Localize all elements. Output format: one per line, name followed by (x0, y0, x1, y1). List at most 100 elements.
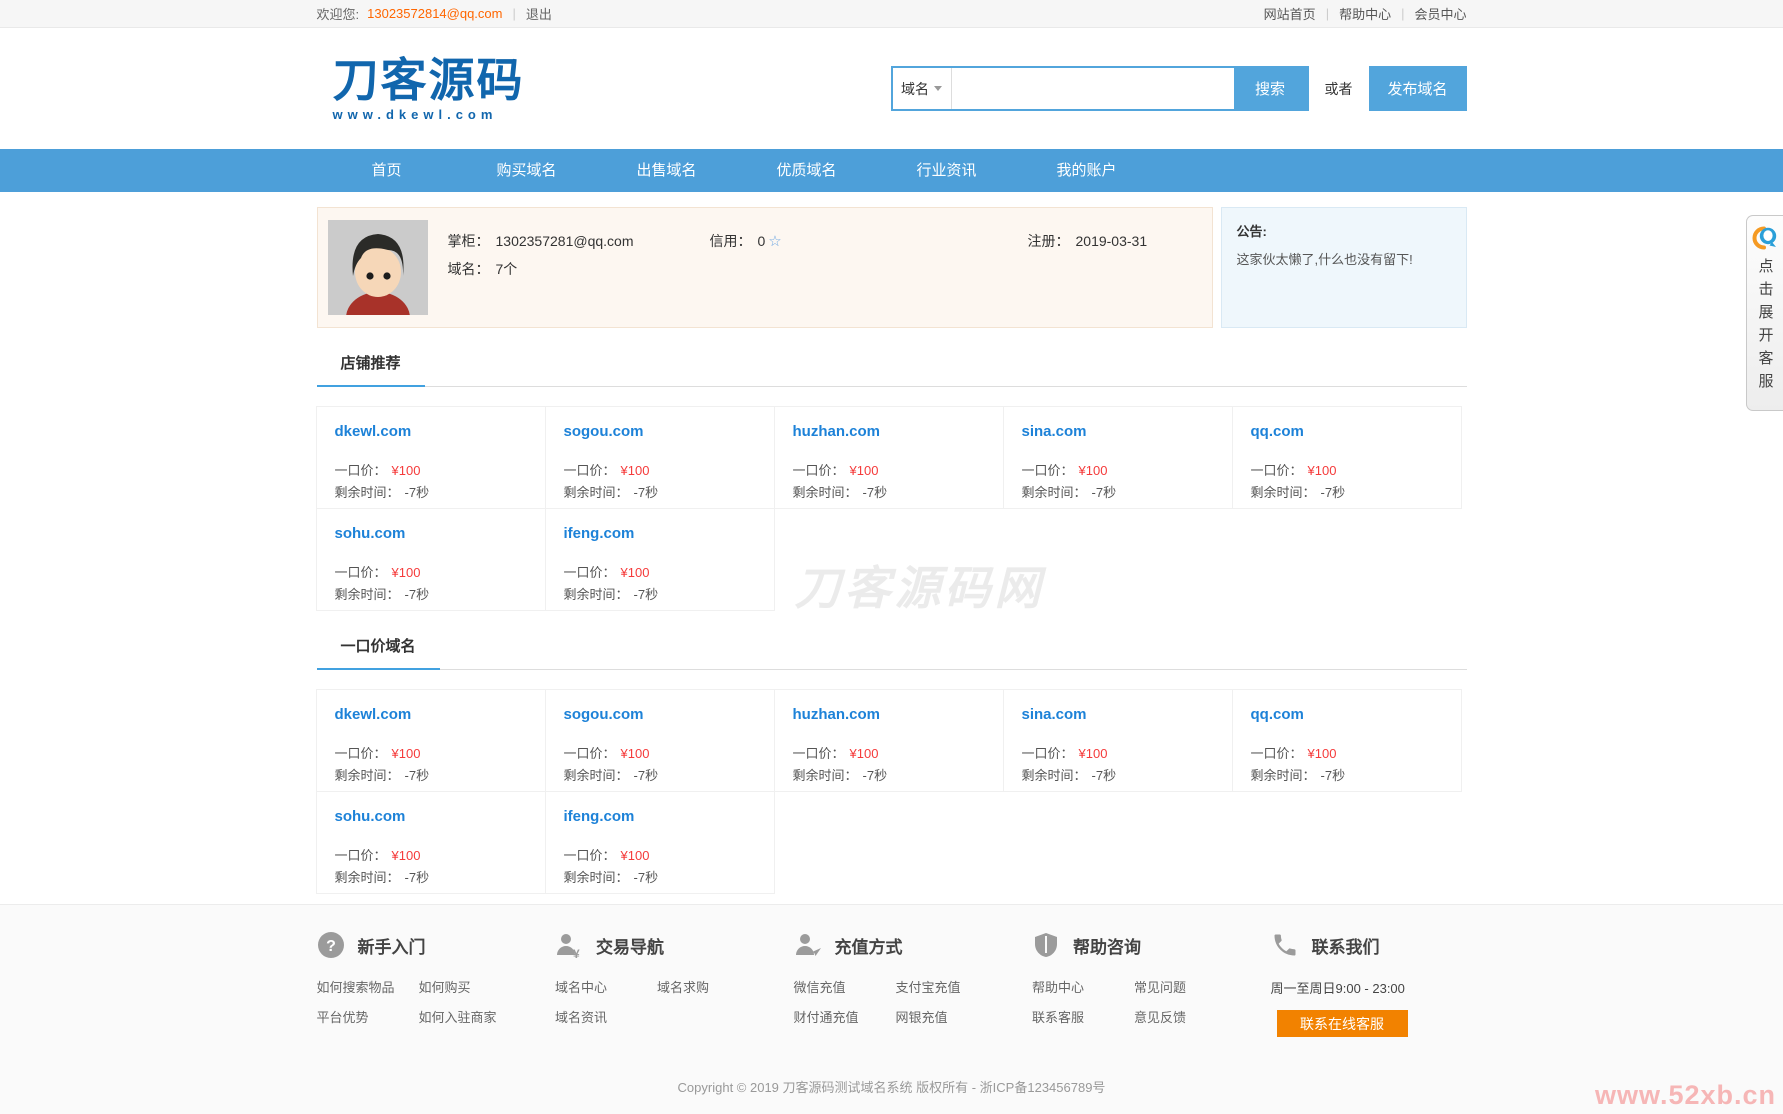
footer-col-head: 帮助咨询 (1032, 930, 1271, 960)
footer-link[interactable]: 域名资讯 (555, 1007, 657, 1026)
footer-col-3: 帮助咨询帮助中心常见问题联系客服意见反馈 (1032, 930, 1271, 1037)
shop-owner: 掌柜：1302357281@qq.com (448, 231, 710, 252)
register-value: 2019-03-31 (1076, 233, 1148, 249)
price-line: 一口价：¥100 (793, 745, 1003, 762)
time-value: -7秒 (634, 768, 659, 783)
time-line: 剩余时间：-7秒 (335, 484, 545, 501)
domain-card[interactable]: sina.com一口价：¥100剩余时间：-7秒 (1003, 689, 1233, 792)
search-input[interactable] (952, 68, 1234, 109)
question-icon: ? (317, 931, 345, 959)
price-label: 一口价： (793, 463, 845, 478)
site-watermark: www.52xb.cn (1595, 1080, 1776, 1111)
domain-name[interactable]: sogou.com (564, 423, 774, 440)
footer: ?新手入门如何搜索物品如何购买平台优势如何入驻商家¥交易导航域名中心域名求购域名… (0, 904, 1783, 1114)
footer-link[interactable]: 域名中心 (555, 977, 657, 996)
svg-text:?: ? (326, 938, 336, 955)
logout-link[interactable]: 退出 (526, 4, 552, 23)
footer-link[interactable]: 如何入驻商家 (419, 1007, 497, 1026)
credit-label: 信用： (710, 233, 752, 249)
domain-card[interactable]: sina.com一口价：¥100剩余时间：-7秒 (1003, 406, 1233, 509)
footer-link[interactable]: 联系客服 (1032, 1007, 1134, 1026)
svg-text:¥: ¥ (573, 947, 580, 959)
domain-name[interactable]: sina.com (1022, 423, 1232, 440)
domain-name[interactable]: sina.com (1022, 706, 1232, 723)
nav-item-4[interactable]: 行业资讯 (877, 149, 1017, 192)
time-value: -7秒 (863, 768, 888, 783)
search-box: 域名 搜索 (891, 66, 1309, 111)
domain-card[interactable]: qq.com 一口价：¥100 剩余时间：-7秒 (1232, 689, 1462, 792)
footer-link[interactable]: 微信充值 (794, 977, 896, 996)
time-line: 剩余时间：-7秒 (1251, 767, 1461, 784)
shop-info-panel: 掌柜：1302357281@qq.com 信用：0☆ 注册：2019-03-31… (317, 207, 1213, 328)
section-title-tab[interactable]: 一口价域名 (317, 629, 440, 670)
price-value: ¥100 (850, 746, 879, 761)
price-value: ¥100 (621, 463, 650, 478)
nav-item-3[interactable]: 优质域名 (737, 149, 877, 192)
domain-name[interactable]: huzhan.com (793, 423, 1003, 440)
footer-link[interactable]: 支付宝充值 (896, 977, 961, 996)
topbar-link-2[interactable]: 会员中心 (1414, 4, 1466, 23)
footer-link[interactable]: 意见反馈 (1134, 1007, 1186, 1026)
footer-link[interactable]: 平台优势 (317, 1007, 419, 1026)
domain-name[interactable]: sogou.com (564, 706, 774, 723)
domain-name[interactable]: ifeng.com (564, 808, 774, 825)
footer-link[interactable]: 如何搜索物品 (317, 977, 419, 996)
domain-count-value: 7个 (496, 261, 518, 277)
price-line: 一口价： ¥100 (564, 564, 774, 581)
price-value: ¥100 (621, 565, 650, 580)
price-line: 一口价：¥100 (1251, 745, 1461, 762)
time-label: 剩余时间： (564, 485, 629, 500)
footer-link[interactable]: 网银充值 (896, 1007, 961, 1026)
domain-card[interactable]: sohu.com一口价：¥100剩余时间：-7秒 (316, 508, 546, 611)
domain-name[interactable]: sohu.com (335, 808, 545, 825)
footer-link[interactable]: 如何购买 (419, 977, 497, 996)
domain-name[interactable]: ifeng.com (564, 525, 774, 542)
price-line: 一口价：¥100 (564, 462, 774, 479)
phone-icon (1271, 931, 1299, 959)
domain-card[interactable]: ifeng.com一口价：¥100剩余时间：-7秒 (545, 791, 775, 894)
domain-name[interactable]: dkewl.com (335, 706, 545, 723)
domain-card[interactable]: qq.com一口价：¥100剩余时间：-7秒 (1232, 406, 1462, 509)
search-button[interactable]: 搜索 (1234, 68, 1307, 109)
domain-name[interactable]: huzhan.com (793, 706, 1003, 723)
header: 刀客源码 www.dkewl.com 域名 搜索 或者 发布域名 (0, 28, 1783, 149)
section-title-tab[interactable]: 店铺推荐 (317, 346, 425, 387)
domain-card[interactable]: huzhan.com一口价：¥100剩余时间：-7秒 (774, 689, 1004, 792)
domain-card[interactable]: sogou.com一口价：¥100剩余时间：-7秒 (545, 689, 775, 792)
price-label: 一口价： (564, 565, 616, 580)
contact-service-button[interactable]: 联系在线客服 (1277, 1010, 1408, 1037)
search-category-select[interactable]: 域名 (893, 68, 952, 109)
price-label: 一口价： (335, 565, 387, 580)
footer-col-title: 联系我们 (1312, 933, 1380, 958)
domain-name[interactable]: qq.com (1251, 706, 1461, 723)
nav-item-0[interactable]: 首页 (317, 149, 457, 192)
topbar-link-0[interactable]: 网站首页 (1264, 4, 1316, 23)
nav-item-1[interactable]: 购买域名 (457, 149, 597, 192)
nav-item-2[interactable]: 出售域名 (597, 149, 737, 192)
domain-card[interactable]: dkewl.com一口价：¥100剩余时间：-7秒 (316, 689, 546, 792)
footer-link[interactable]: 帮助中心 (1032, 977, 1134, 996)
domain-card[interactable]: dkewl.com一口价：¥100剩余时间：-7秒 (316, 406, 546, 509)
customer-service-tab[interactable]: 点击展开客服 (1746, 215, 1783, 411)
nav-item-5[interactable]: 我的账户 (1017, 149, 1157, 192)
footer-col-0: ?新手入门如何搜索物品如何购买平台优势如何入驻商家 (317, 930, 556, 1037)
topbar-link-1[interactable]: 帮助中心 (1339, 4, 1391, 23)
time-line: 剩余时间：-7秒 (564, 869, 774, 886)
main-nav-inner: 首页购买域名出售域名优质域名行业资讯我的账户 (317, 149, 1467, 192)
domain-card[interactable]: huzhan.com一口价：¥100剩余时间：-7秒 (774, 406, 1004, 509)
owner-value: 1302357281@qq.com (496, 233, 634, 249)
domain-name[interactable]: qq.com (1251, 423, 1461, 440)
footer-link[interactable]: 域名求购 (657, 977, 709, 996)
section-fixed-price: 一口价域名 dkewl.com一口价：¥100剩余时间：-7秒sogou.com… (317, 629, 1467, 894)
credit-value: 0 (758, 233, 766, 249)
domain-card[interactable]: ifeng.com一口价：¥100剩余时间：-7秒 (545, 508, 775, 611)
domain-card[interactable]: sohu.com一口价：¥100剩余时间：-7秒 (316, 791, 546, 894)
site-logo[interactable]: 刀客源码 www.dkewl.com (333, 57, 525, 121)
publish-domain-button[interactable]: 发布域名 (1369, 66, 1467, 111)
domain-name[interactable]: sohu.com (335, 525, 545, 542)
shop-register: 注册：2019-03-31 (1028, 231, 1148, 252)
footer-link[interactable]: 财付通充值 (794, 1007, 896, 1026)
footer-link[interactable]: 常见问题 (1134, 977, 1186, 996)
domain-card[interactable]: sogou.com一口价：¥100剩余时间：-7秒 (545, 406, 775, 509)
domain-name[interactable]: dkewl.com (335, 423, 545, 440)
